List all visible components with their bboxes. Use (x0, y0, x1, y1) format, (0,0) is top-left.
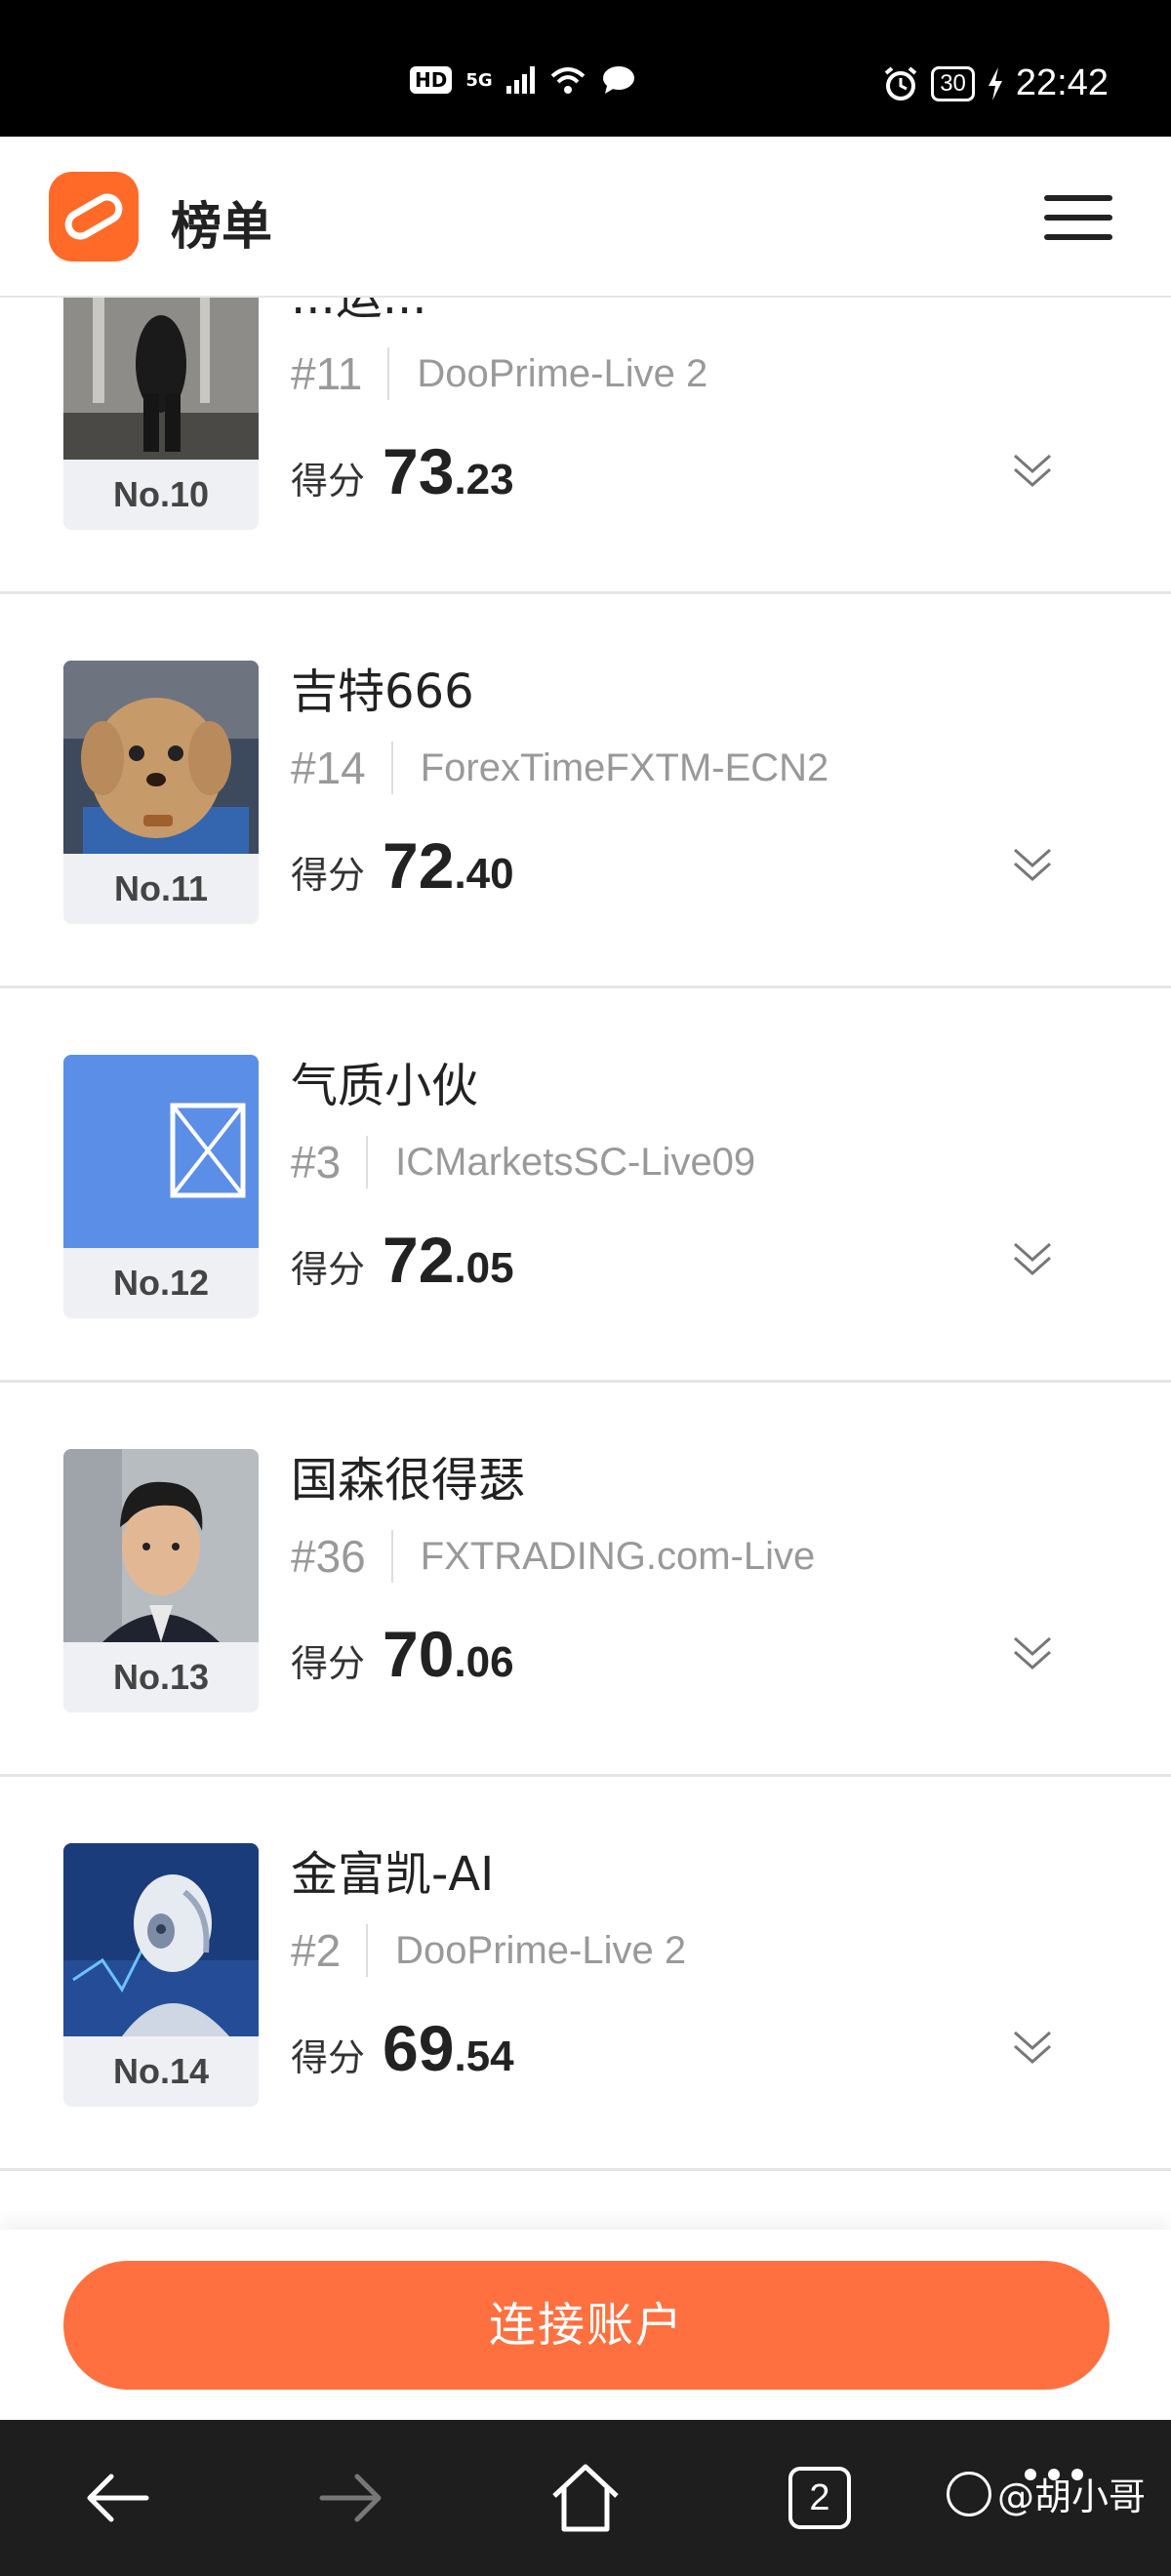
global-rank: #11 (291, 348, 363, 399)
broker-server: DooPrime-Live 2 (417, 351, 708, 395)
avatar (63, 298, 259, 460)
browser-nav-bar: 2 @胡小哥 (0, 2420, 1171, 2576)
clock: 22:42 (1015, 62, 1109, 103)
player-name: 气质小伙 (291, 1059, 479, 1113)
rank-number: No.11 (113, 868, 209, 908)
score: 得分 70 .06 (291, 1617, 514, 1691)
home-icon[interactable] (546, 2459, 625, 2537)
rank-number: No.10 (112, 474, 210, 514)
score: 得分 72 .40 (291, 828, 514, 903)
forward-arrow-icon[interactable] (312, 2459, 390, 2537)
menu-icon[interactable] (1044, 195, 1112, 240)
global-rank: #2 (291, 1925, 342, 1976)
ranking-item[interactable]: No.10 ...运... #11 DooPrime-Live 2 得分 73 … (0, 298, 1171, 594)
global-rank: #14 (291, 743, 366, 793)
rank-number: No.14 (112, 2051, 210, 2091)
meta-divider (366, 1136, 369, 1188)
score-label: 得分 (291, 1642, 366, 1685)
avatar (63, 1055, 259, 1248)
player-name: 国森很得瑟 (291, 1453, 526, 1508)
avatar-card: No.12 (63, 1055, 259, 1318)
score-integer: 70 (383, 1618, 455, 1690)
status-indicators: HD 5G (410, 64, 636, 96)
cta-bar: 连接账户 (0, 2230, 1171, 2420)
meta-divider (366, 1924, 369, 1977)
signal-icon (505, 66, 535, 94)
wifi-icon (550, 67, 585, 94)
connect-account-button[interactable]: 连接账户 (63, 2261, 1110, 2390)
ranking-list: No.10 ...运... #11 DooPrime-Live 2 得分 73 … (0, 298, 1171, 2249)
status-bar: HD 5G 30 22:42 (0, 0, 1171, 137)
battery-indicator: 30 (931, 65, 975, 101)
avatar (63, 1843, 259, 2036)
avatar-card: No.10 (63, 298, 259, 530)
meta-divider (387, 347, 390, 400)
alarm-icon (884, 65, 917, 101)
back-arrow-icon[interactable] (78, 2459, 156, 2537)
chevron-down-icon[interactable] (1011, 452, 1054, 491)
global-rank: #3 (291, 1137, 342, 1187)
rank-number: No.13 (112, 1657, 210, 1697)
score: 得分 69 .54 (291, 2011, 514, 2085)
meta-divider (390, 742, 393, 794)
charging-icon (988, 66, 1002, 101)
avatar-card: No.13 (63, 1449, 259, 1712)
score-integer: 69 (383, 2012, 455, 2084)
account-meta: #14 ForexTimeFXTM-ECN2 (291, 739, 828, 797)
page-title: 榜单 (171, 198, 273, 257)
score-decimal: .05 (454, 1244, 514, 1292)
rank-number: No.12 (112, 1263, 210, 1303)
score-decimal: .06 (454, 1638, 514, 1686)
watermark-logo-icon (947, 2471, 991, 2516)
avatar-card: No.14 (63, 1843, 259, 2107)
global-rank: #36 (291, 1531, 366, 1582)
app-logo-icon[interactable] (49, 172, 139, 262)
avatar-card: No.11 (63, 661, 259, 924)
app-header: 榜单 (0, 137, 1171, 298)
avatar (63, 661, 259, 854)
account-meta: #3 ICMarketsSC-Live09 (291, 1133, 755, 1191)
score: 得分 72 .05 (291, 1223, 514, 1297)
ranking-item[interactable]: No.11 吉特666 #14 ForexTimeFXTM-ECN2 得分 72… (0, 594, 1171, 988)
score-label: 得分 (291, 460, 366, 503)
score-integer: 72 (383, 829, 455, 902)
player-name: 吉特666 (291, 664, 474, 719)
ranking-item[interactable]: No.12 气质小伙 #3 ICMarketsSC-Live09 得分 72 .… (0, 988, 1171, 1383)
score: 得分 73 .23 (291, 434, 514, 508)
player-name: ...运... (291, 298, 427, 325)
score-decimal: .23 (454, 456, 514, 503)
tabs-button[interactable]: 2 (788, 2467, 851, 2529)
score-label: 得分 (291, 2036, 366, 2079)
broker-server: DooPrime-Live 2 (395, 1928, 687, 1972)
score-label: 得分 (291, 854, 366, 897)
watermark-text: @胡小哥 (997, 2475, 1147, 2518)
broker-server: ICMarketsSC-Live09 (395, 1140, 756, 1184)
meta-divider (390, 1530, 393, 1583)
account-meta: #2 DooPrime-Live 2 (291, 1921, 686, 1980)
network-type: 5G (465, 69, 493, 91)
hd-badge: HD (410, 66, 453, 94)
score-decimal: .54 (454, 2033, 514, 2080)
watermark: @胡小哥 (947, 2467, 1146, 2520)
player-name: 金富凯-AI (291, 1847, 495, 1902)
score-integer: 73 (383, 435, 455, 507)
chevron-down-icon[interactable] (1011, 846, 1054, 885)
broker-server: FXTRADING.com-Live (420, 1534, 816, 1578)
score-decimal: .40 (454, 850, 514, 898)
score-integer: 72 (383, 1224, 455, 1296)
account-meta: #36 FXTRADING.com-Live (291, 1527, 815, 1586)
status-right: 30 22:42 (882, 62, 1109, 104)
ranking-item[interactable]: No.14 金富凯-AI #2 DooPrime-Live 2 得分 69 .5… (0, 1777, 1171, 2171)
avatar (63, 1449, 259, 1642)
ranking-list-viewport[interactable]: No.10 ...运... #11 DooPrime-Live 2 得分 73 … (0, 298, 1171, 2249)
message-icon (602, 66, 634, 94)
score-label: 得分 (291, 1248, 366, 1291)
ranking-item[interactable]: No.13 国森很得瑟 #36 FXTRADING.com-Live 得分 70… (0, 1383, 1171, 1777)
account-meta: #11 DooPrime-Live 2 (291, 344, 707, 403)
broker-server: ForexTimeFXTM-ECN2 (420, 745, 829, 789)
chevron-down-icon[interactable] (1011, 1240, 1054, 1279)
chevron-down-icon[interactable] (1011, 1634, 1054, 1673)
chevron-down-icon[interactable] (1011, 2029, 1054, 2068)
